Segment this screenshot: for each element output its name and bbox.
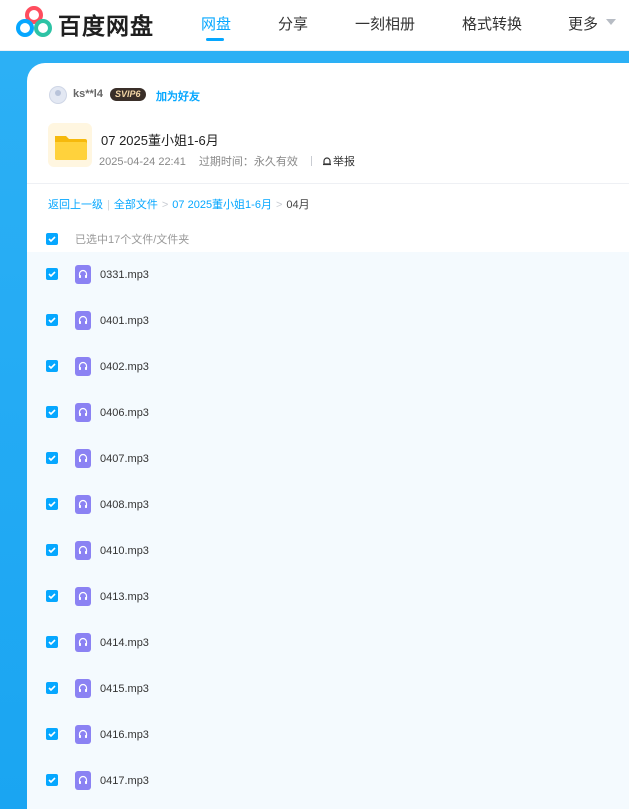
audio-file-icon — [75, 449, 91, 468]
checkmark-icon — [48, 271, 56, 278]
file-checkbox[interactable] — [46, 682, 58, 694]
audio-file-icon — [75, 679, 91, 698]
file-name[interactable]: 0415.mp3 — [100, 683, 149, 695]
file-name[interactable]: 0407.mp3 — [100, 453, 149, 465]
breadcrumb-all-files[interactable]: 全部文件 — [114, 199, 158, 211]
breadcrumb-folder[interactable]: 07 2025董小姐1-6月 — [172, 199, 272, 211]
audio-file-icon — [75, 495, 91, 514]
report-label: 举报 — [332, 156, 355, 168]
back-link[interactable]: 返回上一级 — [48, 199, 103, 211]
file-row[interactable]: 0417.mp3 — [27, 758, 629, 804]
file-name[interactable]: 0331.mp3 — [100, 269, 149, 281]
file-row[interactable]: 0410.mp3 — [27, 528, 629, 574]
file-name[interactable]: 0410.mp3 — [100, 545, 149, 557]
nav-yike-album[interactable]: 一刻相册 — [355, 13, 415, 34]
file-list: 0331.mp3 0401.mp3 0402.mp3 0406.mp3 0407.mp3… — [27, 252, 629, 809]
file-row[interactable]: 0408.mp3 — [27, 482, 629, 528]
breadcrumb-bar: | — [107, 199, 110, 211]
bell-report-icon — [322, 157, 331, 166]
file-checkbox[interactable] — [46, 268, 58, 280]
file-row[interactable]: 0331.mp3 — [27, 252, 629, 298]
nav-share[interactable]: 分享 — [278, 13, 308, 34]
header-divider — [27, 183, 629, 184]
audio-file-icon — [75, 357, 91, 376]
breadcrumb: 返回上一级 | 全部文件 >07 2025董小姐1-6月 >04月 — [48, 196, 310, 212]
file-row[interactable]: 0407.mp3 — [27, 436, 629, 482]
file-row[interactable]: 0413.mp3 — [27, 574, 629, 620]
share-meta: 2025-04-24 22:41 过期时间：永久有效 举报 — [99, 153, 375, 169]
file-checkbox[interactable] — [46, 774, 58, 786]
file-row[interactable]: 0402.mp3 — [27, 344, 629, 390]
file-checkbox[interactable] — [46, 360, 58, 372]
audio-file-icon — [75, 265, 91, 284]
svip-badge: SVIP6 — [110, 88, 146, 101]
checkmark-icon — [48, 501, 56, 508]
checkmark-icon — [48, 685, 56, 692]
checkmark-icon — [48, 593, 56, 600]
file-checkbox[interactable] — [46, 544, 58, 556]
file-checkbox[interactable] — [46, 728, 58, 740]
audio-file-icon — [75, 311, 91, 330]
folder-icon — [55, 136, 87, 160]
divider — [310, 156, 312, 166]
file-checkbox[interactable] — [46, 498, 58, 510]
audio-file-icon — [75, 587, 91, 606]
audio-file-icon — [75, 541, 91, 560]
checkmark-icon — [48, 547, 56, 554]
file-row[interactable]: 0414.mp3 — [27, 620, 629, 666]
report-button[interactable]: 举报 — [310, 156, 365, 168]
checkmark-icon — [48, 236, 56, 243]
audio-file-icon — [75, 403, 91, 422]
file-name[interactable]: 0413.mp3 — [100, 591, 149, 603]
file-checkbox[interactable] — [46, 636, 58, 648]
checkmark-icon — [48, 639, 56, 646]
baidu-netdisk-logo-icon[interactable] — [16, 6, 52, 38]
file-row[interactable]: 0416.mp3 — [27, 712, 629, 758]
nav-netdisk[interactable]: 网盘 — [201, 13, 231, 34]
top-navbar: 百度网盘 网盘 分享 一刻相册 格式转换 更多 — [0, 0, 629, 51]
folder-icon-box — [48, 123, 92, 167]
file-name[interactable]: 0408.mp3 — [100, 499, 149, 511]
select-all-checkbox[interactable] — [46, 233, 58, 245]
file-name[interactable]: 0406.mp3 — [100, 407, 149, 419]
checkmark-icon — [48, 317, 56, 324]
shared-folder-title: 07 2025董小姐1-6月 — [101, 133, 219, 148]
checkmark-icon — [48, 777, 56, 784]
add-friend-link[interactable]: 加为好友 — [156, 88, 200, 104]
share-expiry: 过期时间：永久有效 — [198, 156, 298, 168]
brand-name[interactable]: 百度网盘 — [58, 7, 154, 41]
breadcrumb-current: 04月 — [286, 199, 310, 211]
chevron-down-icon[interactable] — [606, 19, 616, 25]
checkmark-icon — [48, 409, 56, 416]
sharer-username[interactable]: ks**l4 — [73, 88, 103, 100]
checkmark-icon — [48, 455, 56, 462]
file-checkbox[interactable] — [46, 452, 58, 464]
file-name[interactable]: 0414.mp3 — [100, 637, 149, 649]
file-name[interactable]: 0401.mp3 — [100, 315, 149, 327]
audio-file-icon — [75, 725, 91, 744]
selection-count: 已选中17个文件/文件夹 — [75, 234, 190, 246]
audio-file-icon — [75, 771, 91, 790]
file-checkbox[interactable] — [46, 406, 58, 418]
file-name[interactable]: 0416.mp3 — [100, 729, 149, 741]
file-row[interactable]: 0415.mp3 — [27, 666, 629, 712]
nav-active-indicator — [206, 38, 224, 41]
breadcrumb-separator: > — [161, 199, 169, 211]
breadcrumb-separator: > — [275, 199, 283, 211]
file-checkbox[interactable] — [46, 314, 58, 326]
file-row[interactable]: 0406.mp3 — [27, 390, 629, 436]
file-name[interactable]: 0417.mp3 — [100, 775, 149, 787]
file-name[interactable]: 0402.mp3 — [100, 361, 149, 373]
audio-file-icon — [75, 633, 91, 652]
file-checkbox[interactable] — [46, 590, 58, 602]
checkmark-icon — [48, 731, 56, 738]
avatar[interactable] — [49, 86, 67, 104]
file-row[interactable]: 0401.mp3 — [27, 298, 629, 344]
checkmark-icon — [48, 363, 56, 370]
nav-more[interactable]: 更多 — [568, 13, 598, 34]
nav-format-convert[interactable]: 格式转换 — [462, 13, 522, 34]
share-date: 2025-04-24 22:41 — [99, 156, 186, 168]
